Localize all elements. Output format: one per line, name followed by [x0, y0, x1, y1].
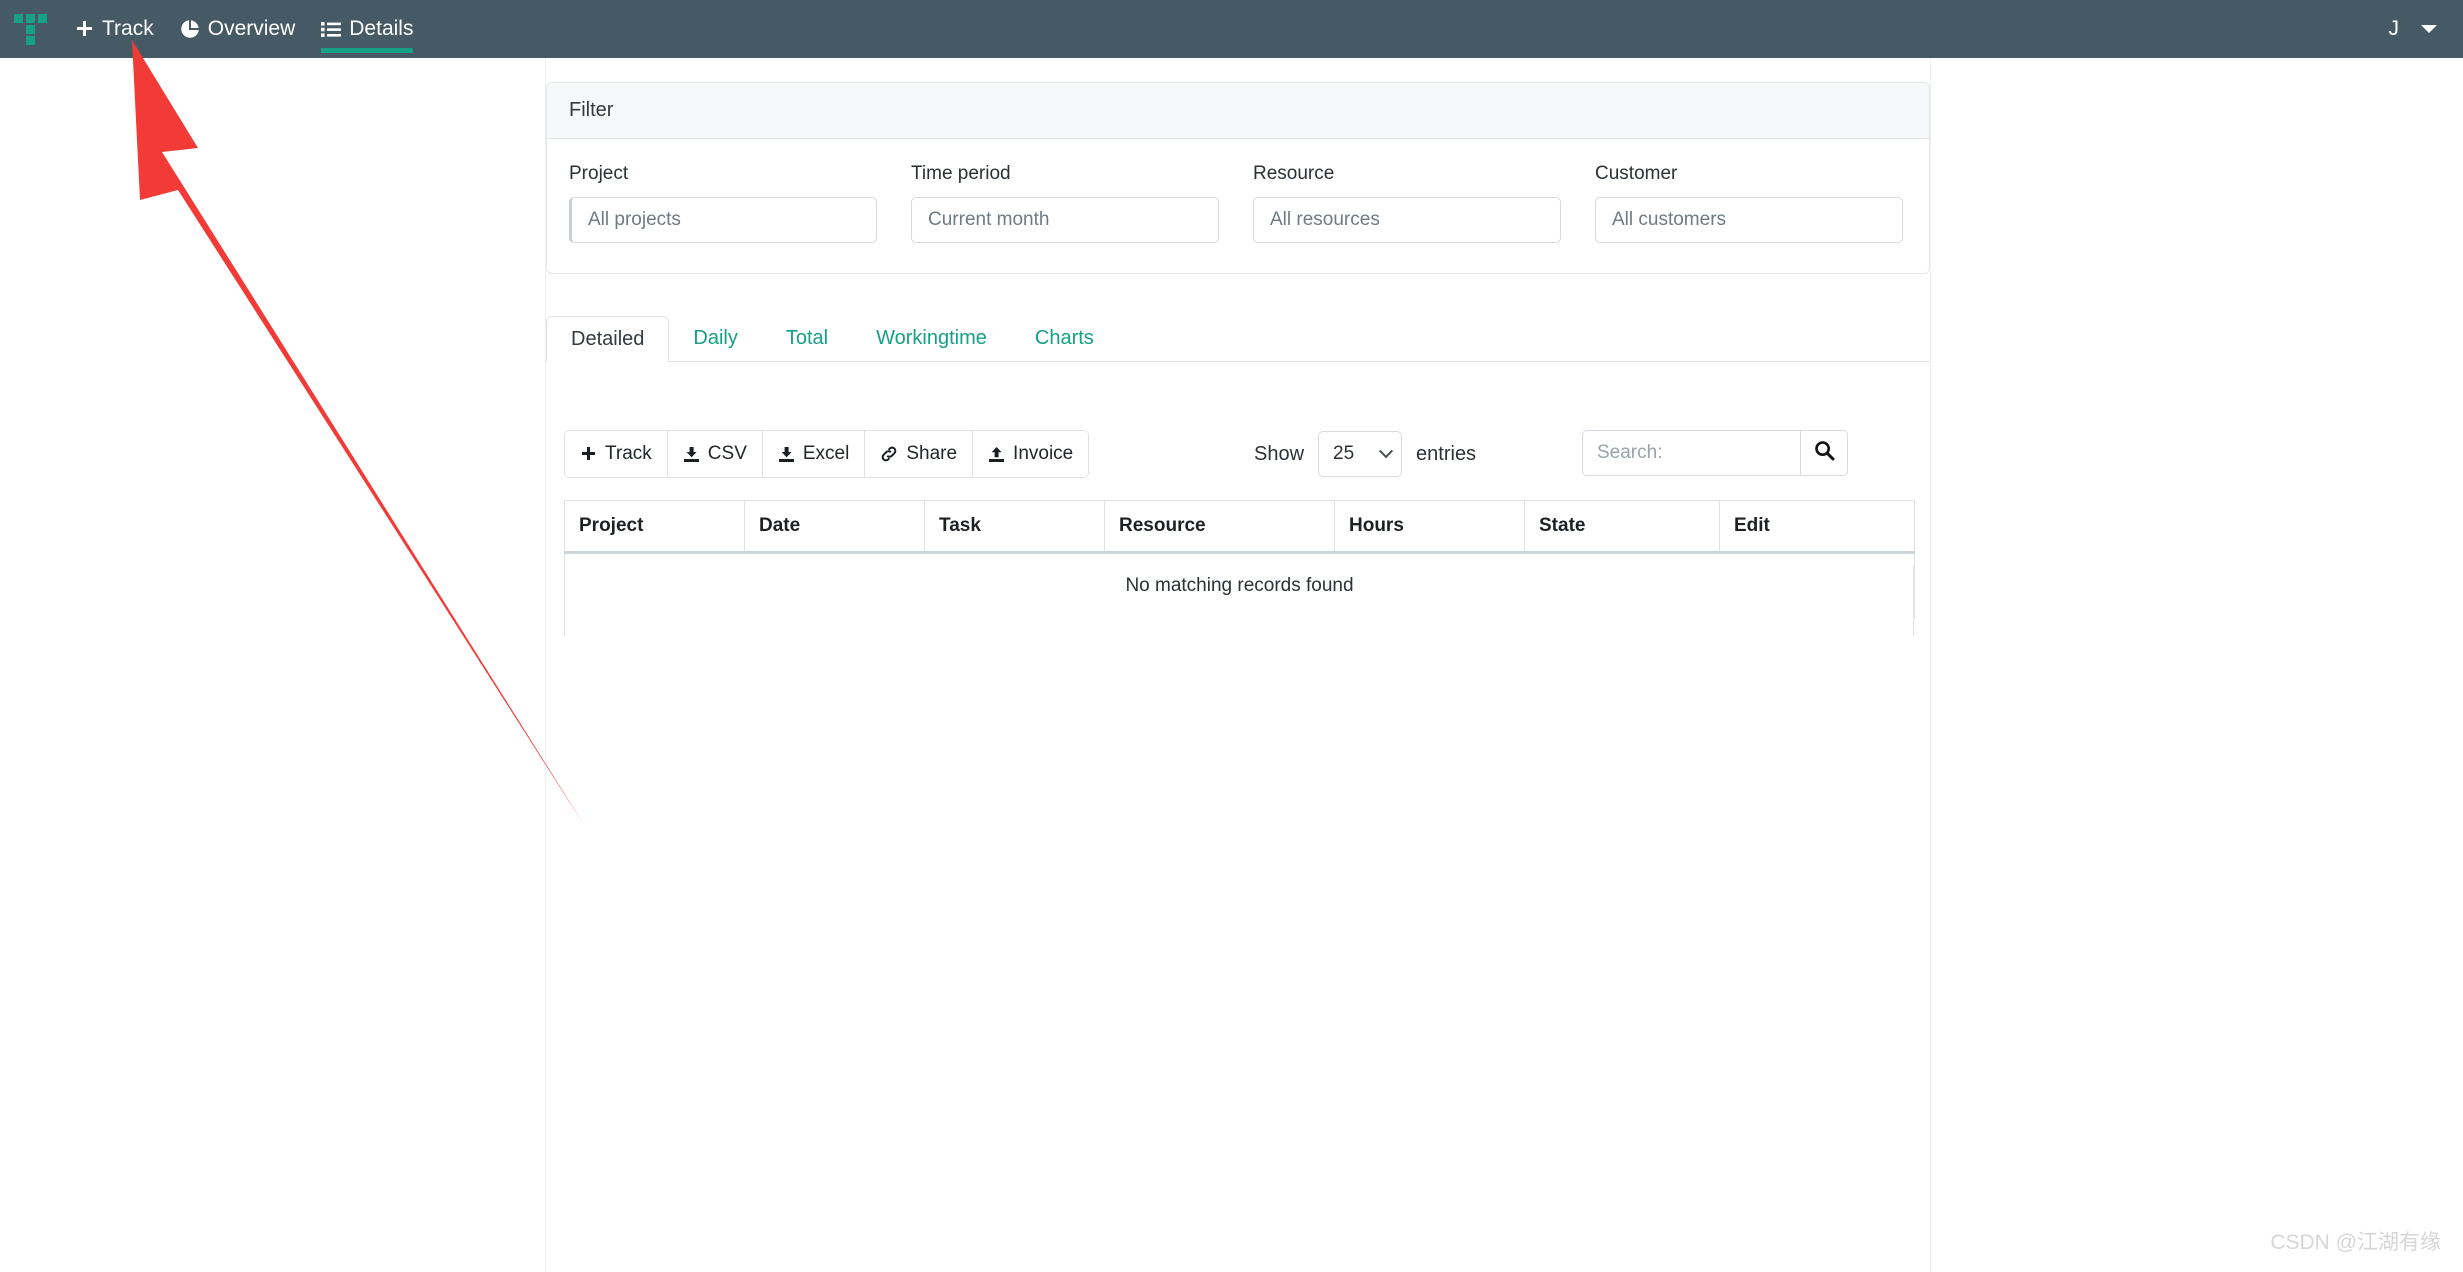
detailed-table-wrap: Project Date Task Resource Hours State E…	[564, 500, 1915, 619]
caret-down-icon	[2421, 25, 2437, 33]
search-button[interactable]	[1800, 430, 1848, 476]
tab-workingtime[interactable]: Workingtime	[852, 315, 1011, 361]
list-icon	[321, 21, 342, 38]
column-header-resource[interactable]: Resource	[1104, 500, 1335, 554]
entries-value: 25	[1333, 443, 1355, 464]
show-label: Show	[1254, 442, 1305, 465]
nav-item-details[interactable]: Details	[308, 0, 426, 58]
user-menu[interactable]: J	[2389, 0, 2463, 58]
filter-fields: Project All projects Time period Current…	[547, 139, 1929, 273]
upload-icon	[988, 446, 1005, 463]
plus-icon	[580, 446, 597, 463]
nav-item-label: Track	[102, 17, 154, 40]
column-header-project[interactable]: Project	[564, 500, 745, 554]
field-label: Project	[569, 163, 629, 184]
table-head: Project Date Task Resource Hours State E…	[564, 500, 1915, 554]
time-period-select[interactable]: Current month	[911, 197, 1219, 243]
link-icon	[880, 445, 898, 463]
brand-logo[interactable]	[0, 0, 62, 58]
arrow-shape	[132, 40, 586, 828]
project-select[interactable]: All projects	[569, 197, 877, 243]
search-group: Search:	[1582, 430, 1848, 476]
filter-field-customer: Customer All customers	[1595, 163, 1903, 243]
track-button[interactable]: Track	[565, 431, 668, 477]
download-icon	[778, 446, 795, 463]
button-label: Excel	[802, 443, 850, 464]
watermark: CSDN @江湖有缘	[2270, 1231, 2441, 1254]
customer-select[interactable]: All customers	[1595, 197, 1903, 243]
column-header-edit[interactable]: Edit	[1719, 500, 1915, 554]
pie-chart-icon	[180, 19, 200, 39]
empty-message: No matching records found	[564, 552, 1915, 619]
plus-icon	[75, 20, 94, 39]
entries-label: entries	[1416, 442, 1477, 465]
filter-panel: Filter Project All projects Time period …	[546, 82, 1930, 274]
chevron-down-icon	[1378, 444, 1394, 459]
nav-item-label: Details	[349, 17, 414, 40]
download-icon	[683, 446, 700, 463]
user-initial: J	[2388, 17, 2400, 40]
field-label: Customer	[1595, 163, 1678, 184]
search-input[interactable]: Search:	[1582, 430, 1800, 476]
page-container: Filter Project All projects Time period …	[545, 58, 1931, 1272]
button-label: Invoice	[1013, 443, 1074, 464]
entries-select[interactable]: 25	[1318, 431, 1403, 477]
table-header-row: Project Date Task Resource Hours State E…	[564, 500, 1915, 554]
nav-item-track[interactable]: Track	[62, 0, 167, 58]
button-label: Share	[906, 443, 958, 464]
column-header-hours[interactable]: Hours	[1334, 500, 1525, 554]
invoice-button[interactable]: Invoice	[973, 431, 1089, 477]
button-label: CSV	[707, 443, 747, 464]
field-label: Time period	[911, 163, 1011, 184]
filter-field-project: Project All projects	[569, 163, 877, 243]
filter-field-resource: Resource All resources	[1253, 163, 1561, 243]
detailed-table: Project Date Task Resource Hours State E…	[564, 500, 1915, 619]
table-body: No matching records found	[564, 552, 1915, 619]
nav-item-label: Overview	[207, 17, 296, 40]
resource-select[interactable]: All resources	[1253, 197, 1561, 243]
tab-charts[interactable]: Charts	[1011, 315, 1118, 361]
nav-item-overview[interactable]: Overview	[167, 0, 309, 58]
top-navbar: Track Overview Details J	[0, 0, 2463, 58]
search-icon	[1814, 440, 1835, 466]
table-toolbar: Track CSV Excel Share Invoice Show 25 en…	[564, 430, 1914, 478]
report-tabs: Detailed Daily Total Workingtime Charts	[546, 316, 1930, 362]
column-header-state[interactable]: State	[1524, 500, 1720, 554]
timetracker-logo-icon	[14, 14, 48, 45]
tab-total[interactable]: Total	[762, 315, 852, 361]
tab-detailed[interactable]: Detailed	[546, 316, 670, 362]
tab-daily[interactable]: Daily	[669, 315, 761, 361]
button-label: Track	[605, 443, 652, 464]
excel-button[interactable]: Excel	[762, 431, 866, 477]
field-label: Resource	[1253, 163, 1335, 184]
column-header-task[interactable]: Task	[924, 500, 1105, 554]
entries-control: Show 25 entries	[1254, 430, 1476, 478]
csv-button[interactable]: CSV	[667, 431, 763, 477]
export-button-group: Track CSV Excel Share Invoice	[564, 430, 1090, 478]
column-header-date[interactable]: Date	[744, 500, 925, 554]
filter-panel-title: Filter	[547, 83, 1929, 139]
share-button[interactable]: Share	[865, 431, 974, 477]
filter-field-time-period: Time period Current month	[911, 163, 1219, 243]
table-empty-row: No matching records found	[564, 552, 1915, 619]
